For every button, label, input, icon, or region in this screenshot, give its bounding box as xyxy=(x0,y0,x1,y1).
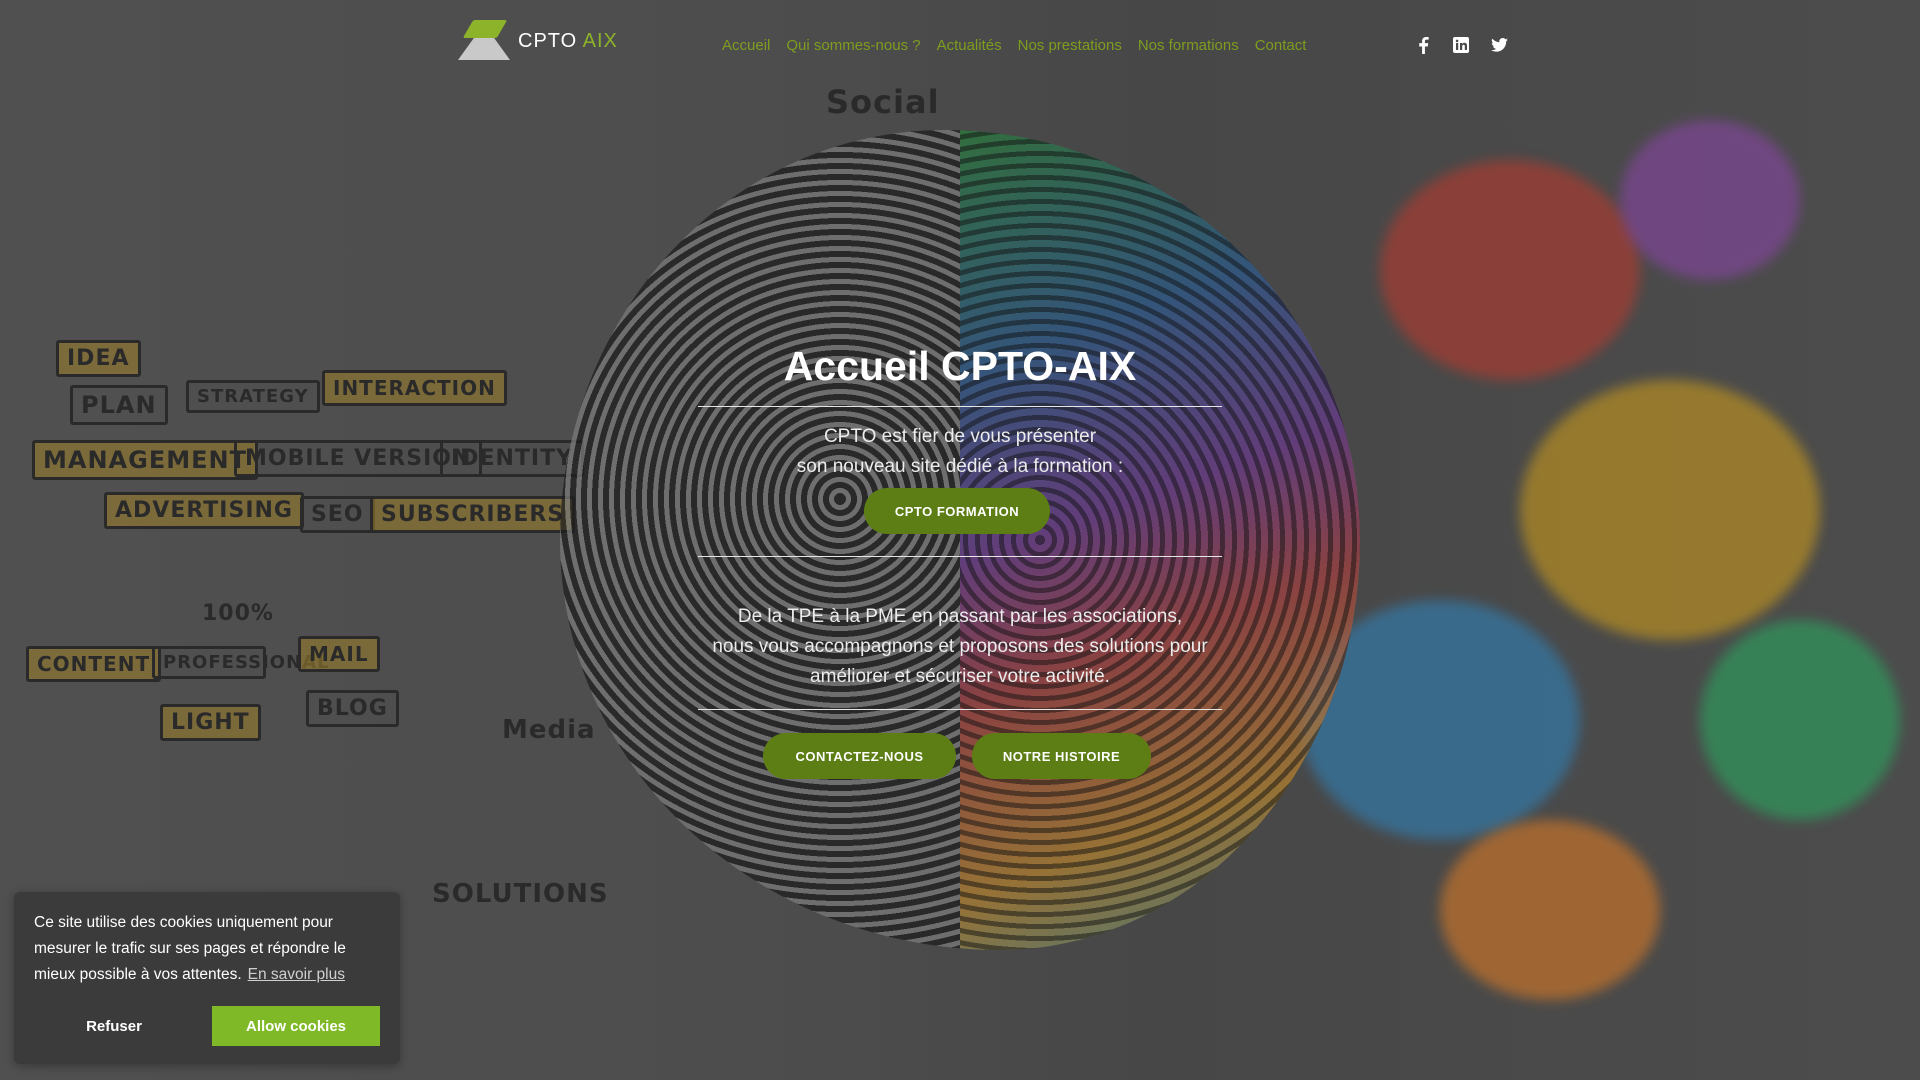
cookie-learn-more-link[interactable]: En savoir plus xyxy=(248,966,345,983)
cookie-message-block: Ce site utilise des cookies uniquement p… xyxy=(34,910,380,988)
divider xyxy=(698,556,1222,557)
cookie-allow-button[interactable]: Allow cookies xyxy=(212,1006,380,1046)
body-line-3: améliorer et sécuriser votre activité. xyxy=(810,666,1110,687)
cookie-refuse-button[interactable]: Refuser xyxy=(34,1006,194,1046)
contact-button[interactable]: CONTACTEZ-NOUS xyxy=(763,733,956,779)
divider xyxy=(698,406,1222,407)
page-title: Accueil CPTO-AIX xyxy=(783,343,1137,389)
our-story-button[interactable]: NOTRE HISTOIRE xyxy=(972,733,1151,779)
intro-line-1: CPTO est fier de vous présenter xyxy=(823,426,1097,447)
body-line-2: nous vous accompagnons et proposons des … xyxy=(712,636,1208,657)
divider xyxy=(698,709,1222,710)
intro-line-2: son nouveau site dédié à la formation : xyxy=(796,456,1124,477)
body-line-1: De la TPE à la PME en passant par les as… xyxy=(737,606,1183,627)
cookie-banner: Ce site utilise des cookies uniquement p… xyxy=(14,892,400,1064)
cpto-formation-button[interactable]: CPTO FORMATION xyxy=(864,488,1050,534)
